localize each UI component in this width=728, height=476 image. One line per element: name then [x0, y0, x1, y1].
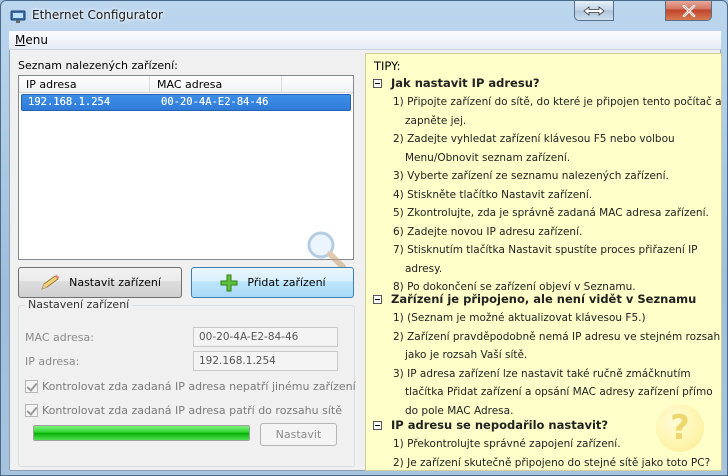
check-ip-conflict[interactable]: Kontrolovat zda zadaná IP adresa nepatří… [25, 380, 356, 393]
collapse-minus-icon[interactable] [373, 294, 382, 304]
collapse-minus-icon[interactable] [373, 78, 382, 88]
tip-section-heading[interactable]: Jak nastavit IP adresu? [373, 76, 540, 90]
tip-line: 2) Je zařízení skutečně připojeno do ste… [393, 456, 711, 469]
tip-line: jako je rozsah Vaší sítě. [405, 349, 528, 361]
network-app-icon [10, 10, 26, 23]
tip-line: 1) Překontrolujte správné zapojení zaříz… [393, 438, 621, 450]
tips-panel: TIPY: ? Jak nastavit IP adresu? 1) Připoj… [365, 53, 722, 471]
device-mac: 00-20-4A-E2-84-46 [161, 96, 269, 108]
tip-heading-text: Jak nastavit IP adresu? [391, 76, 540, 90]
device-list[interactable]: IP adresa MAC adresa 192.168.1.254 00-20… [18, 75, 354, 270]
tip-heading-text: IP adresu se nepodařilo nastavit? [391, 418, 609, 432]
tip-line: tlačítka Přidat zařízení a opsání MAC ad… [405, 386, 713, 398]
tip-line: 7) Stisknutím tlačítka Nastavit spustíte… [393, 244, 698, 256]
close-button[interactable] [665, 1, 712, 21]
column-separator [149, 76, 150, 93]
mac-address-label: MAC adresa: [25, 331, 94, 344]
search-magnifier-icon [307, 231, 346, 270]
check-ip-range-label: Kontrolovat zda zadaná IP adresa patří d… [42, 404, 342, 417]
close-icon [682, 4, 695, 17]
add-device-button[interactable]: Přidat zařízení [191, 267, 354, 298]
tip-line: 2) Zařízení pravděpodobně nemá IP adresu… [393, 330, 722, 343]
tips-title: TIPY: [374, 59, 401, 73]
column-ip-address[interactable]: IP adresa [26, 78, 77, 91]
device-row[interactable]: 192.168.1.254 00-20-4A-E2-84-46 [21, 94, 351, 111]
column-mac-address[interactable]: MAC adresa [157, 78, 222, 91]
tip-line: adresy. [405, 262, 443, 275]
tip-line: 1) Připojte zařízení do sítě, do které j… [393, 96, 722, 108]
tip-section-heading[interactable]: Zařízení je připojeno, ale není vidět v … [373, 292, 696, 306]
mac-address-field[interactable]: 00-20-4A-E2-84-46 [193, 327, 338, 347]
progress-fill [34, 426, 249, 440]
title-bar[interactable]: Ethernet Configurator [1, 1, 727, 31]
tip-line: 6) Zadejte novou IP adresu zařízení. [393, 225, 583, 238]
ip-address-field[interactable]: 192.168.1.254 [193, 351, 338, 371]
app-window: Ethernet Configurator Menu Seznam naleze… [0, 0, 728, 476]
tip-line: 3) IP adresa zařízení lze nastavit také … [393, 367, 691, 380]
tip-heading-text: Zařízení je připojeno, ale není vidět v … [391, 292, 697, 306]
tip-line: zapněte jej. [405, 114, 467, 127]
ip-address-label: IP adresa: [25, 355, 80, 368]
pencil-icon [41, 274, 60, 290]
collapse-minus-icon[interactable] [373, 420, 382, 430]
menu-menu[interactable]: Menu [15, 33, 48, 47]
device-ip: 192.168.1.254 [28, 96, 111, 108]
help-question-icon: ? [656, 404, 704, 452]
tip-section-heading[interactable]: IP adresu se nepodařilo nastavit? [373, 418, 608, 432]
tip-line: 2) Zadejte vyhledat zařízení klávesou F5… [393, 133, 675, 145]
menu-bar: Menu [9, 31, 721, 50]
restore-button[interactable] [574, 1, 614, 21]
tip-line: 5) Zkontrolujte, zda je správně zadaná M… [393, 207, 709, 219]
tip-line: 1) (Seznam je možné aktualizovat kláveso… [393, 312, 646, 324]
apply-button[interactable]: Nastavit [260, 423, 337, 446]
device-list-label: Seznam nalezených zařízení: [18, 59, 178, 72]
checkbox-checked[interactable] [25, 404, 38, 417]
plus-icon [220, 274, 238, 291]
device-list-header: IP adresa MAC adresa [19, 76, 353, 93]
column-separator [281, 76, 282, 93]
set-device-button[interactable]: Nastavit zařízení [18, 267, 182, 298]
check-ip-range[interactable]: Kontrolovat zda zadaná IP adresa patří d… [25, 404, 342, 417]
checkbox-checked[interactable] [25, 380, 38, 393]
tip-line: 4) Stiskněte tlačítko Nastavit zařízení. [393, 188, 593, 201]
restore-arrows-icon [583, 5, 605, 16]
tip-line: 3) Vyberte zařízení ze seznamu nalezenýc… [393, 170, 669, 182]
tip-line: do pole MAC Adresa. [405, 404, 514, 417]
tip-line: Menu/Obnovit seznam zařízení. [405, 151, 571, 164]
check-ip-conflict-label: Kontrolovat zda zadaná IP adresa nepatří… [42, 380, 356, 393]
add-device-label: Přidat zařízení [247, 276, 326, 289]
client-area: Seznam nalezených zařízení: IP adresa MA… [9, 50, 722, 471]
device-settings-title: Nastavení zařízení [25, 298, 133, 311]
progress-bar [33, 425, 250, 441]
apply-label: Nastavit [275, 428, 322, 441]
window-title: Ethernet Configurator [32, 8, 163, 22]
set-device-label: Nastavit zařízení [69, 276, 161, 289]
